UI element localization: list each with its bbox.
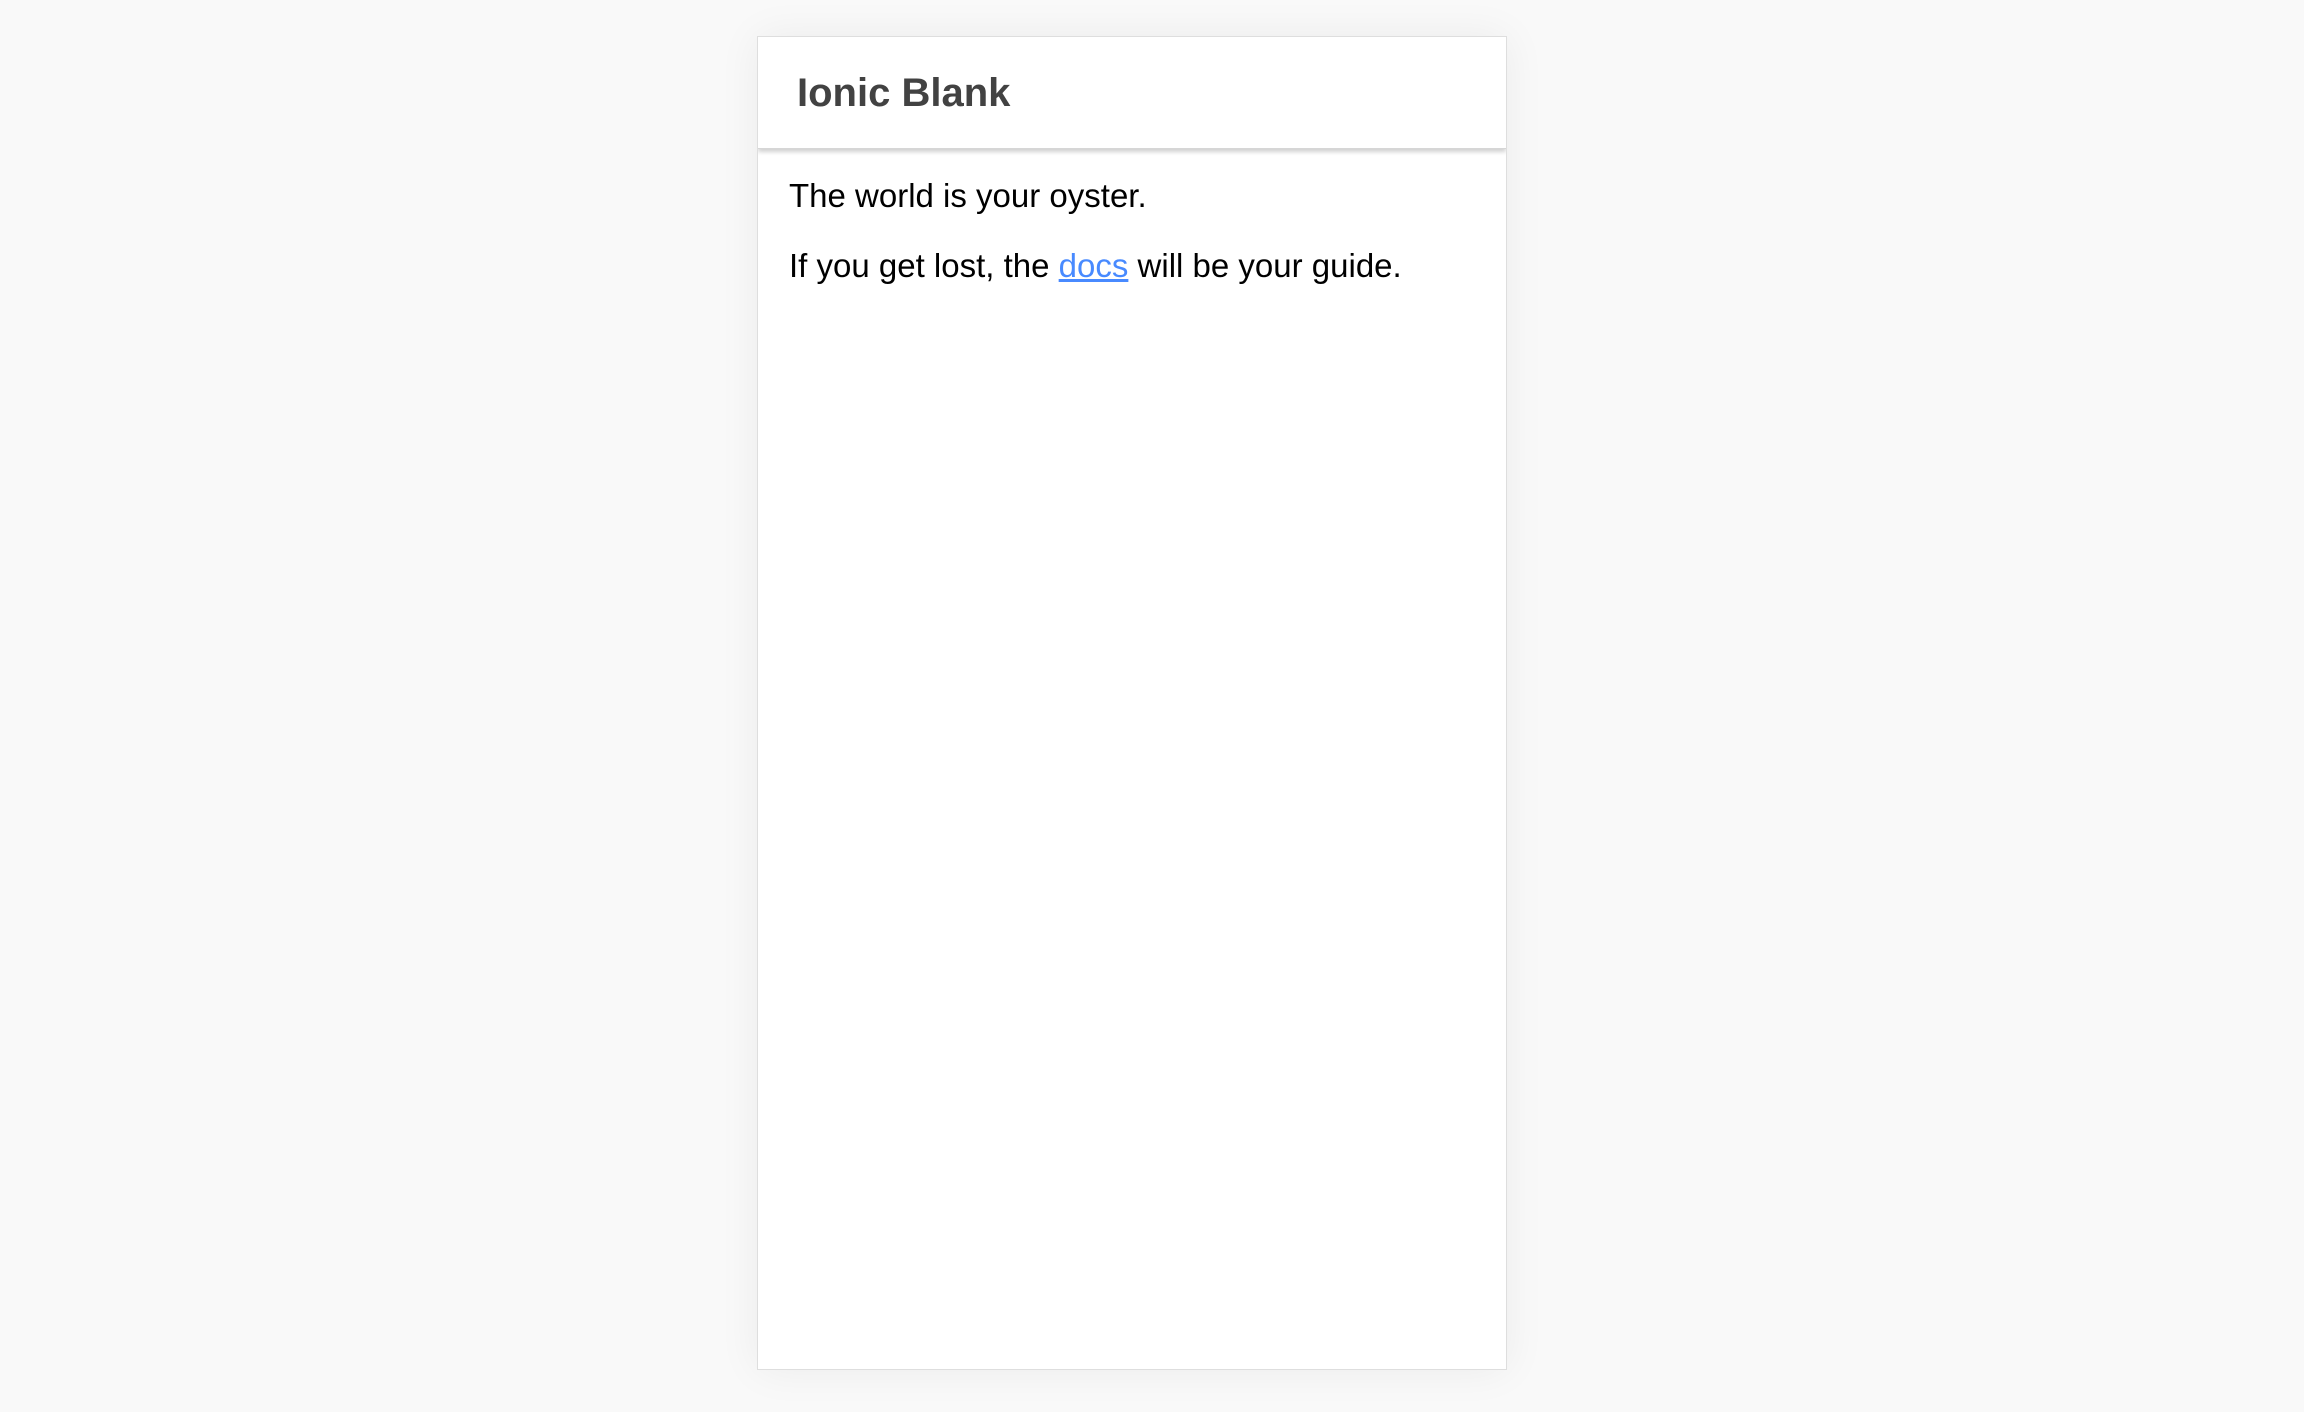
guide-text-after: will be your guide. bbox=[1128, 247, 1402, 284]
docs-link[interactable]: docs bbox=[1059, 247, 1129, 284]
guide-text: If you get lost, the docs will be your g… bbox=[789, 247, 1475, 285]
page-title: Ionic Blank bbox=[797, 71, 1011, 115]
guide-text-before: If you get lost, the bbox=[789, 247, 1059, 284]
content-area: The world is your oyster. If you get los… bbox=[758, 149, 1506, 285]
intro-text: The world is your oyster. bbox=[789, 177, 1147, 214]
app-viewport: Ionic Blank The world is your oyster. If… bbox=[757, 36, 1507, 1370]
header-toolbar: Ionic Blank bbox=[758, 37, 1506, 149]
